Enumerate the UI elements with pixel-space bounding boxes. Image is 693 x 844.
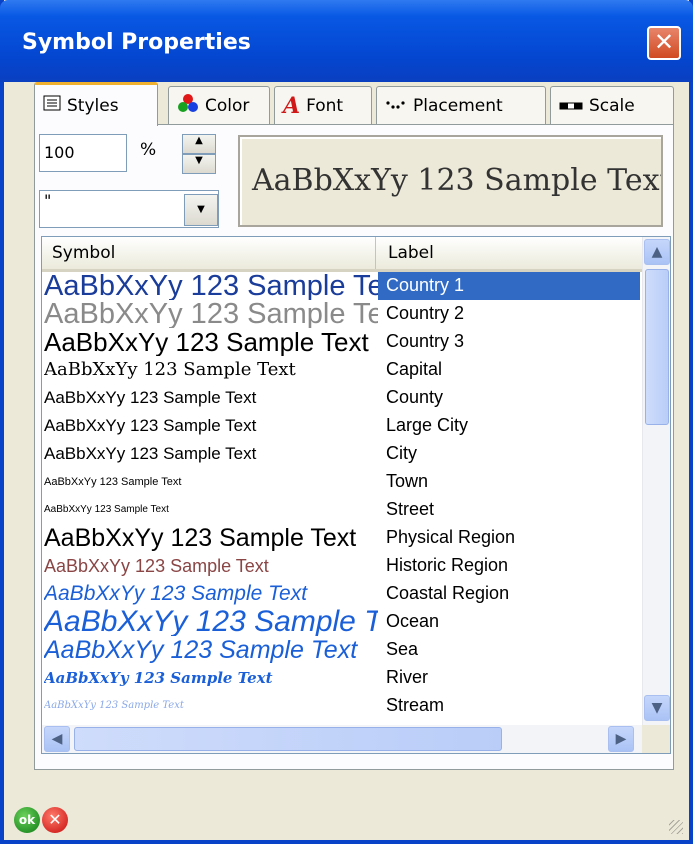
symbol-sample: AaBbXxYy 123 Sample Text	[44, 556, 269, 576]
placement-dots-icon	[385, 96, 407, 116]
style-preview: AaBbXxYy 123 Sample Text	[238, 135, 663, 227]
list-item[interactable]: AaBbXxYy 123 Sample Text Sea	[42, 636, 642, 664]
list-item[interactable]: AaBbXxYy 123 Sample Text Ocean	[42, 608, 642, 636]
symbol-sample: AaBbXxYy 123 Sample Text	[44, 700, 184, 711]
symbol-sample: AaBbXxYy 123 Sample Text	[44, 504, 169, 515]
symbol-sample: AaBbXxYy 123 Sample Text	[44, 388, 257, 407]
list-item[interactable]: AaBbXxYy 123 Sample Text Country 2	[42, 300, 642, 328]
symbol-list: Symbol Label AaBbXxYy 123 Sample Text Cou…	[41, 236, 671, 754]
ok-button[interactable]: ok	[14, 807, 40, 833]
list-item[interactable]: AaBbXxYy 123 Sample Text River	[42, 664, 642, 692]
list-item[interactable]: AaBbXxYy 123 Sample Text Large City	[42, 412, 642, 440]
label-column-header[interactable]: Label	[378, 237, 642, 269]
list-item[interactable]: AaBbXxYy 123 Sample Text Stream	[42, 692, 642, 720]
row-label: Ocean	[386, 611, 440, 631]
window-title: Symbol Properties	[22, 30, 251, 55]
tab-styles[interactable]: Styles	[34, 82, 158, 126]
tab-font[interactable]: A Font	[274, 86, 372, 124]
tab-label: Placement	[413, 95, 503, 116]
tab-label: Scale	[589, 95, 635, 116]
chevron-down-icon[interactable]: ▼	[184, 194, 218, 226]
vertical-scrollbar[interactable]: ▲ ▼	[642, 237, 670, 725]
list-item[interactable]: AaBbXxYy 123 Sample Text City	[42, 440, 642, 468]
title-bar[interactable]: Symbol Properties ✕	[0, 0, 693, 82]
row-label: Sea	[386, 639, 419, 659]
list-item[interactable]: AaBbXxYy 123 Sample Text Coastal Region	[42, 580, 642, 608]
symbol-sample: AaBbXxYy 123 Sample Text	[44, 524, 357, 552]
row-label: Town	[386, 471, 429, 491]
list-item[interactable]: AaBbXxYy 123 Sample Text Country 1	[42, 272, 642, 300]
row-label: Large City	[386, 415, 469, 435]
row-label: County	[386, 387, 444, 407]
list-item[interactable]: AaBbXxYy 123 Sample Text Historic Region	[42, 552, 642, 580]
symbol-sample: AaBbXxYy 123 Sample Text	[44, 328, 369, 356]
scroll-down-icon[interactable]: ▼	[644, 695, 670, 721]
symbol-sample: AaBbXxYy 123 Sample Text	[44, 476, 182, 488]
tab-label: Styles	[67, 95, 119, 116]
close-button[interactable]: ✕	[647, 26, 681, 60]
list-icon	[43, 95, 61, 116]
row-label: City	[386, 443, 417, 463]
row-label: Country 1	[378, 272, 640, 300]
scroll-corner	[642, 725, 670, 753]
list-item[interactable]: AaBbXxYy 123 Sample Text Country 3	[42, 328, 642, 356]
percent-label: %	[140, 140, 157, 160]
tab-label: Color	[205, 95, 250, 116]
vertical-scroll-thumb[interactable]	[645, 269, 669, 425]
horizontal-scroll-thumb[interactable]	[74, 727, 502, 751]
row-label: River	[386, 667, 429, 687]
cancel-button[interactable]: ✕	[42, 807, 68, 833]
symbol-sample: AaBbXxYy 123 Sample Text	[44, 608, 378, 636]
row-label: Capital	[386, 359, 443, 379]
symbol-sample: AaBbXxYy 123 Sample Text	[44, 636, 358, 664]
symbol-sample: AaBbXxYy 123 Sample Text	[44, 669, 273, 687]
symbol-properties-window: Symbol Properties ✕ Styles Color A Font …	[0, 0, 693, 844]
list-item[interactable]: AaBbXxYy 123 Sample Text Town	[42, 468, 642, 496]
tab-color[interactable]: Color	[168, 86, 270, 124]
row-label: Coastal Region	[386, 583, 510, 603]
row-label: Physical Region	[386, 527, 516, 547]
symbol-sample: AaBbXxYy 123 Sample Text	[44, 300, 378, 328]
size-input[interactable]: 100	[39, 134, 127, 172]
scale-bar-icon	[559, 96, 583, 116]
scroll-right-icon[interactable]: ▶	[608, 726, 634, 752]
symbol-sample: AaBbXxYy 123 Sample Text	[44, 582, 308, 605]
horizontal-scrollbar[interactable]: ◀ ▶	[42, 725, 642, 753]
style-select-value: "	[44, 191, 52, 210]
row-label: Country 3	[386, 331, 465, 351]
list-header: Symbol Label	[42, 237, 642, 272]
scroll-up-icon[interactable]: ▲	[644, 239, 670, 265]
font-a-icon: A	[283, 92, 301, 119]
color-circles-icon	[177, 93, 199, 118]
list-item[interactable]: AaBbXxYy 123 Sample Text Capital	[42, 356, 642, 384]
row-label: Stream	[386, 695, 445, 715]
symbol-sample: AaBbXxYy 123 Sample Text	[44, 416, 257, 435]
list-item[interactable]: AaBbXxYy 123 Sample Text County	[42, 384, 642, 412]
resize-grip[interactable]	[669, 820, 683, 834]
symbol-column-header[interactable]: Symbol	[42, 237, 376, 269]
symbol-sample: AaBbXxYy 123 Sample Text	[44, 359, 296, 380]
size-up-button[interactable]: ▲	[182, 134, 216, 154]
symbol-sample: AaBbXxYy 123 Sample Text	[44, 272, 378, 300]
row-label: Street	[386, 499, 435, 519]
scroll-left-icon[interactable]: ◀	[44, 726, 70, 752]
symbol-sample: AaBbXxYy 123 Sample Text	[44, 444, 257, 463]
tab-label: Font	[306, 95, 344, 116]
tab-scale[interactable]: Scale	[550, 86, 674, 124]
list-item[interactable]: AaBbXxYy 123 Sample Text Street	[42, 496, 642, 524]
tab-placement[interactable]: Placement	[376, 86, 546, 124]
size-down-button[interactable]: ▼	[182, 154, 216, 174]
row-label: Historic Region	[386, 555, 509, 575]
list-item[interactable]: AaBbXxYy 123 Sample Text Physical Region	[42, 524, 642, 552]
row-label: Country 2	[386, 303, 465, 323]
